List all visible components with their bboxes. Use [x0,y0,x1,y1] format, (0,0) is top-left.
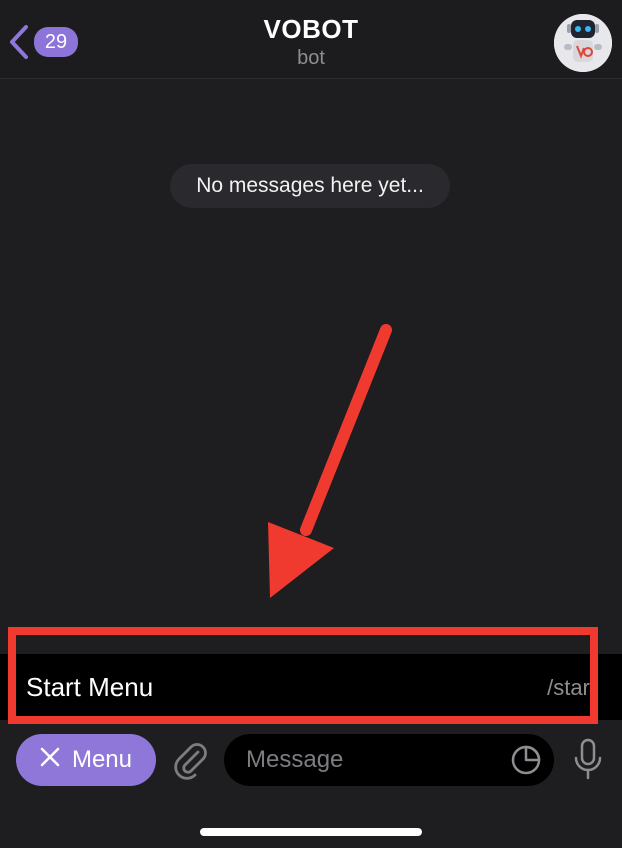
home-indicator[interactable] [200,828,422,836]
paperclip-icon[interactable] [170,740,210,785]
command-text: /start [547,675,596,700]
close-icon [40,746,60,774]
microphone-icon[interactable] [572,738,604,787]
menu-button-label: Menu [71,746,133,773]
message-field[interactable] [224,734,554,786]
message-input-bar: Menu [0,730,622,790]
command-name: Start Menu [26,672,154,702]
annotation-arrow [268,324,392,598]
sticker-icon[interactable] [510,744,542,781]
bot-menu-button[interactable]: Menu [16,734,156,786]
bot-command-item[interactable]: Start Menu /start [0,654,622,720]
message-input[interactable] [244,745,508,775]
